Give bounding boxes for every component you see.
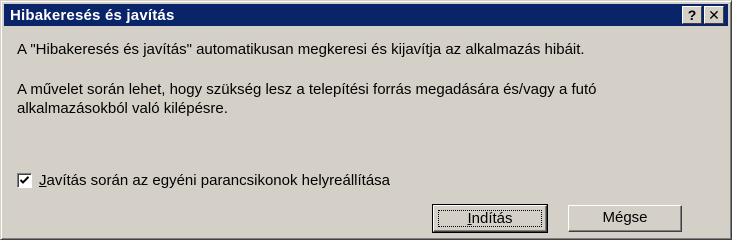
info-text-line-2: alkalmazásokból való kilépésre. xyxy=(17,100,228,117)
restore-shortcuts-label: Javítás során az egyéni parancsikonok he… xyxy=(39,172,391,189)
description-text: A "Hibakeresés és javítás" automatikusan… xyxy=(17,41,585,58)
info-text-line-1: A művelet során lehet, hogy szükség lesz… xyxy=(17,81,597,98)
repair-dialog: Hibakeresés és javítás ? ✕ A "Hibakeresé… xyxy=(0,0,732,240)
restore-shortcuts-checkbox[interactable] xyxy=(17,173,32,188)
window-title: Hibakeresés és javítás xyxy=(10,7,175,24)
help-icon: ? xyxy=(687,7,697,23)
close-button[interactable]: ✕ xyxy=(704,6,724,24)
cancel-button[interactable]: Mégse xyxy=(568,205,682,232)
checkmark-icon xyxy=(19,176,30,184)
help-button[interactable]: ? xyxy=(682,6,702,24)
title-bar[interactable]: Hibakeresés és javítás ? ✕ xyxy=(4,4,728,26)
start-button-label: Indítás xyxy=(438,210,542,227)
close-icon: ✕ xyxy=(708,7,720,23)
start-button[interactable]: Indítás xyxy=(432,204,548,233)
